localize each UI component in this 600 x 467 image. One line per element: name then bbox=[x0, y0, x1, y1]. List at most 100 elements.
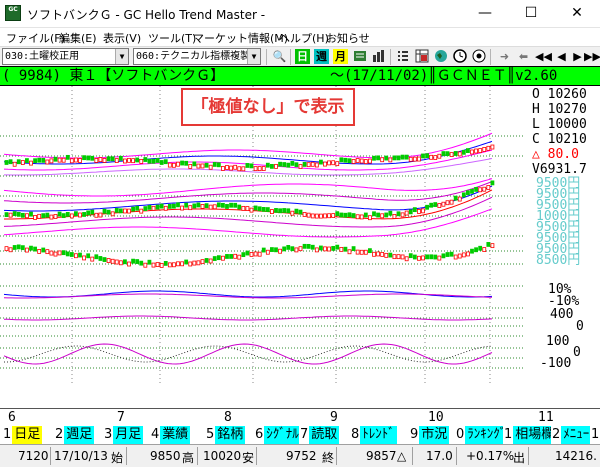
status-divider bbox=[50, 447, 51, 465]
candlestick bbox=[425, 204, 429, 210]
fkey-market[interactable]: 9 市況 bbox=[409, 426, 450, 444]
report-icon[interactable] bbox=[352, 49, 367, 64]
fkey-extra[interactable]: 1 bbox=[590, 426, 600, 444]
step-forward-icon[interactable]: ▶ bbox=[570, 49, 585, 64]
indicator-scale: 100 0 -100 bbox=[540, 335, 581, 370]
candlestick bbox=[188, 261, 193, 267]
weekly-chart-button[interactable]: 週 bbox=[314, 49, 329, 64]
fkey-menu[interactable]: 2 ﾒﾆｭｰ bbox=[551, 426, 592, 444]
fkey-market-board[interactable]: 1 相場欄 bbox=[503, 426, 557, 444]
fkey-label: ﾗﾝｷﾝｸﾞ bbox=[465, 426, 509, 444]
bar-chart-icon[interactable] bbox=[371, 49, 386, 64]
candlestick bbox=[49, 250, 54, 256]
candlestick bbox=[139, 158, 144, 164]
minimize-button[interactable]: — bbox=[462, 0, 508, 28]
candlestick bbox=[33, 215, 37, 220]
menu-file[interactable]: ファイル(F) bbox=[6, 30, 65, 46]
candlestick bbox=[461, 192, 466, 198]
arrow-right-icon[interactable]: ➜ bbox=[497, 49, 512, 64]
candlestick bbox=[339, 246, 344, 252]
candlestick bbox=[78, 212, 82, 218]
screen-select[interactable]: 030:土曜校正用 ▼ bbox=[2, 48, 129, 65]
candlestick bbox=[180, 160, 184, 166]
candlestick bbox=[388, 210, 393, 216]
menu-edit[interactable]: 編集(E) bbox=[59, 30, 97, 46]
clock-icon[interactable] bbox=[452, 49, 467, 64]
candlestick bbox=[445, 151, 450, 157]
candlestick bbox=[184, 160, 189, 166]
globe-icon[interactable] bbox=[433, 49, 448, 64]
chevron-down-icon[interactable]: ▼ bbox=[247, 49, 260, 64]
fkey-read[interactable]: 7 読取 bbox=[299, 426, 340, 444]
candlestick bbox=[237, 254, 242, 260]
status-high: 10020 bbox=[203, 449, 242, 463]
maximize-button[interactable]: ☐ bbox=[508, 0, 554, 28]
candlestick bbox=[257, 206, 262, 212]
close-button[interactable]: ✕ bbox=[554, 0, 600, 28]
fkey-earnings[interactable]: 4 業績 bbox=[150, 426, 191, 444]
fkey-signal[interactable]: 6 ｼｸﾞﾅﾙ bbox=[254, 426, 301, 444]
candlestick bbox=[355, 158, 360, 163]
candlestick bbox=[392, 155, 397, 161]
fkey-trend[interactable]: 8 ﾄﾚﾝﾄﾞ bbox=[350, 426, 397, 444]
candlestick bbox=[343, 212, 348, 218]
candlestick bbox=[408, 209, 413, 215]
price-chart[interactable] bbox=[0, 86, 600, 408]
bollinger-bands bbox=[3, 132, 493, 238]
candlestick bbox=[265, 249, 270, 255]
candlestick bbox=[172, 162, 176, 168]
fast-forward-icon[interactable]: ▶▶ bbox=[584, 49, 600, 64]
menu-tools[interactable]: ツール(T) bbox=[148, 30, 196, 46]
rewind-icon[interactable]: ◀◀ bbox=[535, 49, 552, 64]
candlestick bbox=[131, 258, 135, 264]
candlestick bbox=[323, 161, 327, 167]
settings-icon[interactable] bbox=[471, 49, 486, 64]
candlestick bbox=[433, 155, 438, 160]
indicator-select[interactable]: 060:テクニカル指標複製済 ▼ bbox=[133, 48, 261, 65]
candlestick bbox=[229, 202, 233, 208]
menu-view[interactable]: 表示(V) bbox=[103, 30, 141, 46]
monthly-chart-button[interactable]: 月 bbox=[333, 49, 348, 64]
fkey-ranking[interactable]: 0 ﾗﾝｷﾝｸﾞ bbox=[455, 426, 509, 444]
candlestick bbox=[380, 213, 385, 219]
fkey-label: 業績 bbox=[160, 426, 191, 444]
table-icon[interactable] bbox=[414, 49, 429, 64]
fkey-label: 週足 bbox=[64, 426, 95, 444]
fkey-number: 1 bbox=[2, 426, 13, 444]
daily-chart-button[interactable]: 日 bbox=[295, 49, 310, 64]
step-back-icon[interactable]: ◀ bbox=[554, 49, 569, 64]
candlestick bbox=[151, 205, 156, 211]
menu-market-info[interactable]: マーケット情報(M) bbox=[193, 30, 288, 46]
candlestick bbox=[127, 261, 131, 267]
candlestick bbox=[127, 157, 131, 163]
candlestick bbox=[180, 261, 184, 267]
candlestick bbox=[482, 247, 487, 252]
chart-area[interactable] bbox=[0, 86, 600, 408]
band-line bbox=[3, 180, 493, 204]
candlestick bbox=[302, 162, 307, 167]
status-volume-label: 出 bbox=[513, 451, 526, 465]
fkey-daily[interactable]: 1 日足 bbox=[2, 426, 43, 444]
candlestick bbox=[102, 208, 107, 214]
fkey-weekly[interactable]: 2 週足 bbox=[54, 426, 95, 444]
fkey-monthly[interactable]: 3 月足 bbox=[103, 426, 144, 444]
candlestick bbox=[49, 158, 54, 164]
menu-help[interactable]: ヘルプ(H) bbox=[279, 30, 329, 46]
candlestick bbox=[347, 249, 352, 255]
candlestick bbox=[90, 209, 95, 215]
candlestick bbox=[470, 248, 474, 254]
candlestick bbox=[363, 212, 368, 218]
search-icon[interactable]: 🔍 bbox=[272, 49, 287, 64]
fkey-stocks[interactable]: 5 銘柄 bbox=[205, 426, 246, 444]
ohlc-open: O 10260 bbox=[532, 87, 587, 102]
candlestick bbox=[306, 162, 311, 168]
arrow-left-icon[interactable]: ⬅ bbox=[516, 49, 531, 64]
chevron-down-icon[interactable]: ▼ bbox=[115, 49, 128, 64]
candlestick bbox=[180, 205, 184, 211]
status-volume: 14216. bbox=[555, 449, 597, 463]
fkey-number: 4 bbox=[150, 426, 161, 444]
candlestick bbox=[78, 158, 82, 163]
list-icon[interactable] bbox=[395, 49, 410, 64]
menu-news[interactable]: お知らせ bbox=[326, 30, 370, 46]
candlestick bbox=[449, 251, 454, 257]
